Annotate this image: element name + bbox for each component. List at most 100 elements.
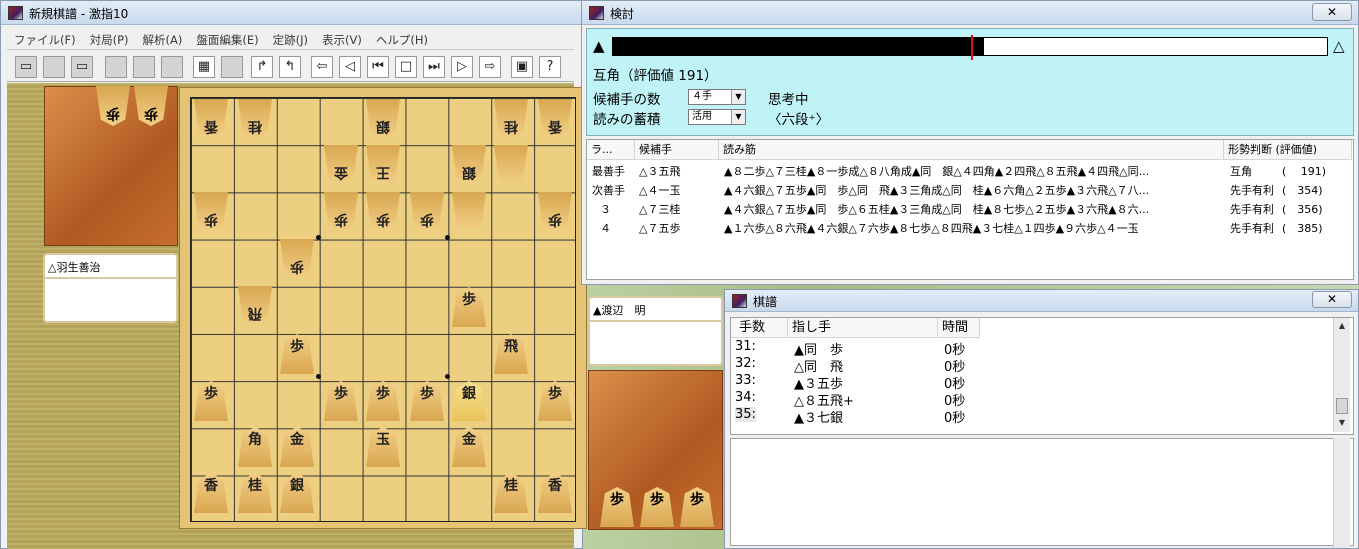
analysis-title-bar[interactable]: 検討 ✕ (582, 1, 1358, 25)
menu-board-edit[interactable]: 盤面編集(E) (189, 30, 265, 50)
candidate-rank: ４ (600, 222, 611, 235)
analysis-close-button[interactable]: ✕ (1312, 3, 1352, 21)
col-pv[interactable]: 読み筋 (719, 140, 1224, 160)
candidates-label: 候補手の数 (593, 92, 661, 108)
kifu-move-number: 33: (735, 373, 756, 388)
store-value: 活用 (692, 111, 712, 122)
undo-icon[interactable]: ↰ (279, 56, 301, 78)
star-point (445, 374, 450, 379)
candidate-judge: 先手有利 (1230, 222, 1274, 235)
menu-file[interactable]: ファイル(F) (7, 30, 83, 50)
back-icon[interactable]: ◁ (339, 56, 361, 78)
kifu-move-number: 34: (735, 390, 756, 405)
evaluation-bar-marker (971, 35, 974, 60)
col-move-text[interactable]: 指し手 (788, 318, 938, 338)
candidate-value: ( 356) (1282, 203, 1323, 216)
candidates-value: ４手 (692, 91, 712, 102)
candidate-value: ( 354) (1282, 184, 1323, 197)
scroll-thumb[interactable] (1336, 398, 1348, 414)
back-flag-icon[interactable]: ⇦ (311, 56, 333, 78)
candidate-move: △３五飛 (639, 165, 681, 178)
menu-bar: ファイル(F) 対局(P) 解析(A) 盤面編集(E) 定跡(J) 表示(V) ヘルプ(H) (7, 30, 574, 50)
col-rank[interactable]: ラ... (587, 140, 635, 160)
open-file-icon[interactable] (43, 56, 65, 78)
sente-player-name: ▲渡辺 明 (590, 298, 721, 322)
new-file-icon[interactable]: ▭ (15, 56, 37, 78)
kifu-move-number: 32: (735, 356, 756, 371)
sente-nameplate: ▲渡辺 明 (588, 296, 723, 366)
store-select[interactable]: 活用 ▼ (688, 109, 746, 125)
star-point (316, 374, 321, 379)
first-icon[interactable]: ⏮ (367, 56, 389, 78)
scroll-up-icon[interactable]: ▲ (1335, 319, 1349, 333)
candidate-pv: ▲４六銀△７五歩▲同 歩△６五桂▲３三角成△同 桂▲８七歩△２五歩▲３六飛▲８六… (724, 203, 1150, 216)
candidate-rank: 最善手 (592, 165, 625, 178)
gote-mark: △ (1333, 37, 1345, 55)
engine-level: 〈六段⁺〉 (768, 112, 830, 128)
app-icon (732, 294, 747, 308)
monitor-icon[interactable]: ▣ (511, 56, 533, 78)
board-setup-icon[interactable]: ▦ (193, 56, 215, 78)
col-move-number[interactable]: 手数 (731, 318, 788, 338)
blank-icon[interactable] (161, 56, 183, 78)
candidate-rank: ３ (600, 203, 611, 216)
blank-icon[interactable] (105, 56, 127, 78)
evaluation-status: 互角（評価値 191） (593, 68, 718, 84)
candidate-value: ( 385) (1282, 222, 1323, 235)
app-icon (8, 6, 23, 20)
stop-icon[interactable]: □ (395, 56, 417, 78)
menu-help[interactable]: ヘルプ(H) (369, 30, 435, 50)
kifu-window-title: 棋譜 (753, 295, 778, 309)
kifu-close-button[interactable]: ✕ (1312, 291, 1352, 308)
candidate-judge: 先手有利 (1230, 203, 1274, 216)
star-point (445, 235, 450, 240)
col-move[interactable]: 候補手 (635, 140, 719, 160)
candidate-pv: ▲８二歩△７三桂▲８一歩成△８八角成▲同 銀△４四角▲２四飛△８五飛▲４四飛△同… (724, 165, 1150, 178)
dropdown-arrow-icon: ▼ (731, 110, 745, 124)
last-icon[interactable]: ⏭ (423, 56, 445, 78)
kifu-title-bar[interactable]: 棋譜 ✕ (725, 290, 1358, 312)
candidate-move: △７三桂 (639, 203, 681, 216)
menu-analysis[interactable]: 解析(A) (136, 30, 190, 50)
store-label: 読みの蓄積 (593, 112, 661, 128)
forward-icon[interactable]: ▷ (451, 56, 473, 78)
evaluation-bar (612, 35, 1328, 60)
candidate-move: △７五歩 (639, 222, 681, 235)
dropdown-arrow-icon: ▼ (731, 90, 745, 104)
evaluation-bar-fill (613, 38, 985, 55)
candidate-pv: ▲４六銀△７五歩▲同 歩△同 飛▲３三角成△同 桂▲６六角△２五歩▲３六飛△７八… (724, 184, 1150, 197)
save-file-icon[interactable]: ▭ (71, 56, 93, 78)
kifu-move-number: 35: (735, 407, 756, 422)
go-first-icon[interactable]: ↱ (251, 56, 273, 78)
candidates-select[interactable]: ４手 ▼ (688, 89, 746, 105)
col-time[interactable]: 時間 (938, 318, 980, 338)
menu-view[interactable]: 表示(V) (315, 30, 369, 50)
forward-flag-icon[interactable]: ⇨ (479, 56, 501, 78)
candidate-judge: 先手有利 (1230, 184, 1274, 197)
thinking-status: 思考中 (768, 92, 809, 108)
gote-player-name: △羽生善治 (45, 255, 176, 279)
blank-icon[interactable] (221, 56, 243, 78)
menu-joseki[interactable]: 定跡(J) (266, 30, 315, 50)
col-judge[interactable]: 形勢判断 (評価値) (1224, 140, 1352, 160)
kifu-move: ▲３七銀 (794, 411, 843, 426)
comment-scrollbar[interactable] (1333, 438, 1350, 548)
kifu-time: 0秒 (944, 411, 966, 426)
candidate-rank: 次善手 (592, 184, 625, 197)
kifu-move-number: 31: (735, 339, 756, 354)
main-title-bar[interactable]: 新規棋譜 - 激指10 (1, 1, 582, 25)
candidate-judge: 互角 (1230, 165, 1252, 178)
app-icon (589, 6, 604, 20)
sente-mark: ▲ (593, 37, 605, 55)
kifu-scrollbar[interactable]: ▲ ▼ (1333, 318, 1350, 432)
help-icon[interactable]: ? (539, 56, 561, 78)
star-point (316, 235, 321, 240)
scroll-down-icon[interactable]: ▼ (1335, 416, 1349, 430)
analysis-window-title: 検討 (610, 7, 635, 21)
blank-icon[interactable] (133, 56, 155, 78)
kifu-comment-area[interactable] (730, 438, 1354, 546)
gote-nameplate: △羽生善治 (43, 253, 178, 323)
menu-game[interactable]: 対局(P) (83, 30, 136, 50)
toolbar: ▭ ▭ ▦ ↱ ↰ ⇦ ◁ ⏮ □ ⏭ ▷ ⇨ ▣ ? (7, 52, 574, 82)
candidate-value: ( 191) (1282, 165, 1327, 178)
